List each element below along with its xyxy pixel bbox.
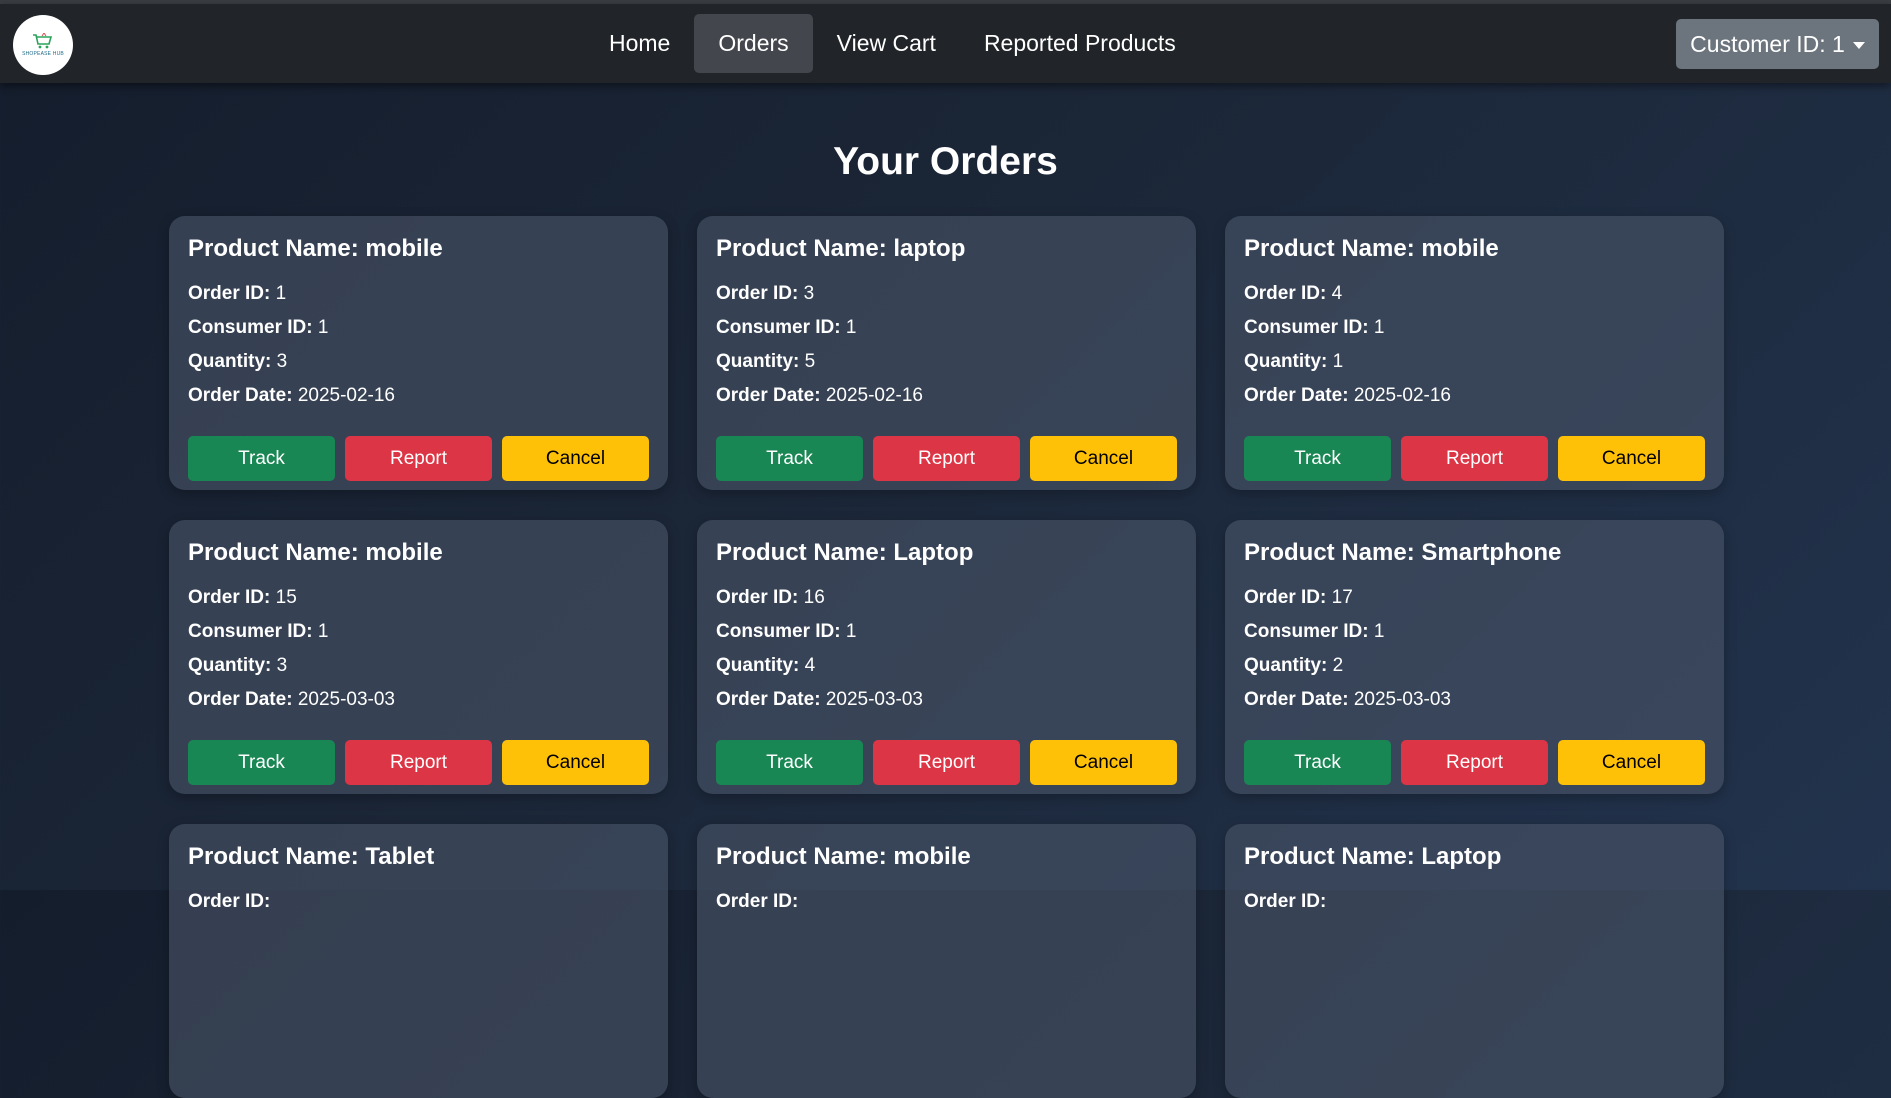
order-id: Order ID: 3: [716, 283, 815, 304]
product-name: Product Name: laptop: [716, 235, 966, 262]
quantity: Quantity: 3: [188, 655, 288, 676]
cancel-button[interactable]: Cancel: [502, 740, 649, 785]
order-card: Product Name: mobile Order ID:: [697, 824, 1196, 1098]
customer-label: Customer ID: 1: [1690, 30, 1845, 57]
product-name: Product Name: mobile: [716, 843, 971, 870]
card-actions: Track Report Cancel: [1244, 740, 1705, 785]
consumer-id: Consumer ID: 1: [188, 317, 329, 338]
order-id: Order ID:: [188, 891, 271, 912]
cancel-button[interactable]: Cancel: [1558, 740, 1705, 785]
card-actions: Track Report Cancel: [188, 436, 649, 481]
logo[interactable]: SHOPEASE HUB: [13, 15, 73, 75]
order-id: Order ID: 4: [1244, 283, 1343, 304]
nav-reported-products[interactable]: Reported Products: [960, 14, 1200, 73]
shopping-cart-icon: [33, 33, 53, 49]
order-card: Product Name: laptop Order ID: 3 Consume…: [697, 216, 1196, 490]
report-button[interactable]: Report: [345, 740, 492, 785]
product-name: Product Name: mobile: [1244, 235, 1499, 262]
order-id: Order ID:: [1244, 891, 1327, 912]
quantity: Quantity: 3: [188, 351, 288, 372]
card-actions: Track Report Cancel: [716, 740, 1177, 785]
card-actions: Track Report Cancel: [716, 436, 1177, 481]
report-button[interactable]: Report: [1401, 740, 1548, 785]
product-name: Product Name: mobile: [188, 539, 443, 566]
nav-view-cart[interactable]: View Cart: [813, 14, 960, 73]
order-id: Order ID: 1: [188, 283, 287, 304]
nav-links: Home Orders View Cart Reported Products: [585, 14, 1200, 73]
consumer-id: Consumer ID: 1: [1244, 317, 1385, 338]
track-button[interactable]: Track: [188, 740, 335, 785]
cancel-button[interactable]: Cancel: [502, 436, 649, 481]
order-id: Order ID: 16: [716, 587, 825, 608]
order-card: Product Name: mobile Order ID: 15 Consum…: [169, 520, 668, 794]
quantity: Quantity: 2: [1244, 655, 1344, 676]
track-button[interactable]: Track: [1244, 740, 1391, 785]
report-button[interactable]: Report: [345, 436, 492, 481]
page-title: Your Orders: [833, 140, 1058, 183]
consumer-id: Consumer ID: 1: [188, 621, 329, 642]
cancel-button[interactable]: Cancel: [1558, 436, 1705, 481]
customer-dropdown-button[interactable]: Customer ID: 1: [1676, 19, 1879, 69]
product-name: Product Name: Laptop: [1244, 843, 1502, 870]
order-date: Order Date: 2025-02-16: [1244, 385, 1452, 406]
product-name: Product Name: mobile: [188, 235, 443, 262]
quantity: Quantity: 4: [716, 655, 816, 676]
report-button[interactable]: Report: [873, 436, 1020, 481]
product-name: Product Name: Laptop: [716, 539, 974, 566]
consumer-id: Consumer ID: 1: [716, 621, 857, 642]
cancel-button[interactable]: Cancel: [1030, 740, 1177, 785]
track-button[interactable]: Track: [188, 436, 335, 481]
order-date: Order Date: 2025-03-03: [188, 689, 396, 710]
navbar: SHOPEASE HUB Home Orders View Cart Repor…: [0, 4, 1891, 83]
report-button[interactable]: Report: [1401, 436, 1548, 481]
order-card: Product Name: Laptop Order ID: 16 Consum…: [697, 520, 1196, 794]
order-id: Order ID:: [716, 891, 799, 912]
card-actions: Track Report Cancel: [1244, 436, 1705, 481]
logo-text: SHOPEASE HUB: [22, 51, 64, 57]
track-button[interactable]: Track: [716, 436, 863, 481]
quantity: Quantity: 1: [1244, 351, 1344, 372]
order-card: Product Name: Smartphone Order ID: 17 Co…: [1225, 520, 1724, 794]
product-name: Product Name: Smartphone: [1244, 539, 1562, 566]
card-actions: Track Report Cancel: [188, 740, 649, 785]
order-date: Order Date: 2025-02-16: [716, 385, 924, 406]
consumer-id: Consumer ID: 1: [716, 317, 857, 338]
cancel-button[interactable]: Cancel: [1030, 436, 1177, 481]
order-date: Order Date: 2025-02-16: [188, 385, 396, 406]
order-card: Product Name: Laptop Order ID:: [1225, 824, 1724, 1098]
order-date: Order Date: 2025-03-03: [1244, 689, 1452, 710]
order-id: Order ID: 15: [188, 587, 297, 608]
report-button[interactable]: Report: [873, 740, 1020, 785]
order-card: Product Name: Tablet Order ID:: [169, 824, 668, 1098]
nav-home[interactable]: Home: [585, 14, 694, 73]
order-date: Order Date: 2025-03-03: [716, 689, 924, 710]
track-button[interactable]: Track: [716, 740, 863, 785]
order-card: Product Name: mobile Order ID: 4 Consume…: [1225, 216, 1724, 490]
product-name: Product Name: Tablet: [188, 843, 435, 870]
order-id: Order ID: 17: [1244, 587, 1353, 608]
consumer-id: Consumer ID: 1: [1244, 621, 1385, 642]
nav-orders[interactable]: Orders: [694, 14, 813, 73]
track-button[interactable]: Track: [1244, 436, 1391, 481]
orders-grid: Product Name: mobile Order ID: 1 Consume…: [169, 216, 1724, 1098]
quantity: Quantity: 5: [716, 351, 816, 372]
caret-down-icon: [1852, 41, 1865, 49]
order-card: Product Name: mobile Order ID: 1 Consume…: [169, 216, 668, 490]
